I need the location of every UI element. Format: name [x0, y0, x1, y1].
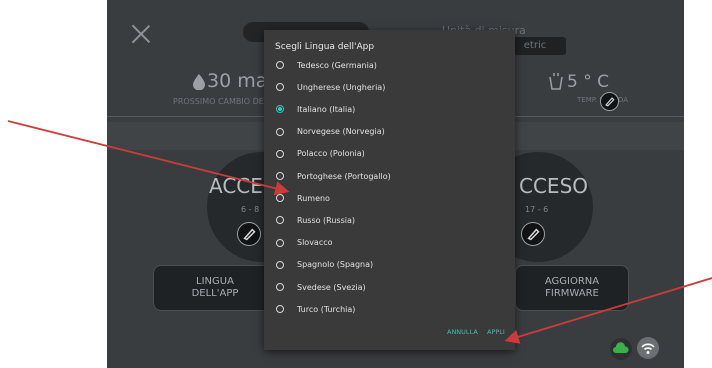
arrow-to-rumeno: [7, 120, 290, 196]
arrow-to-apply: [504, 277, 712, 344]
annotation-arrows: [7, 120, 712, 344]
